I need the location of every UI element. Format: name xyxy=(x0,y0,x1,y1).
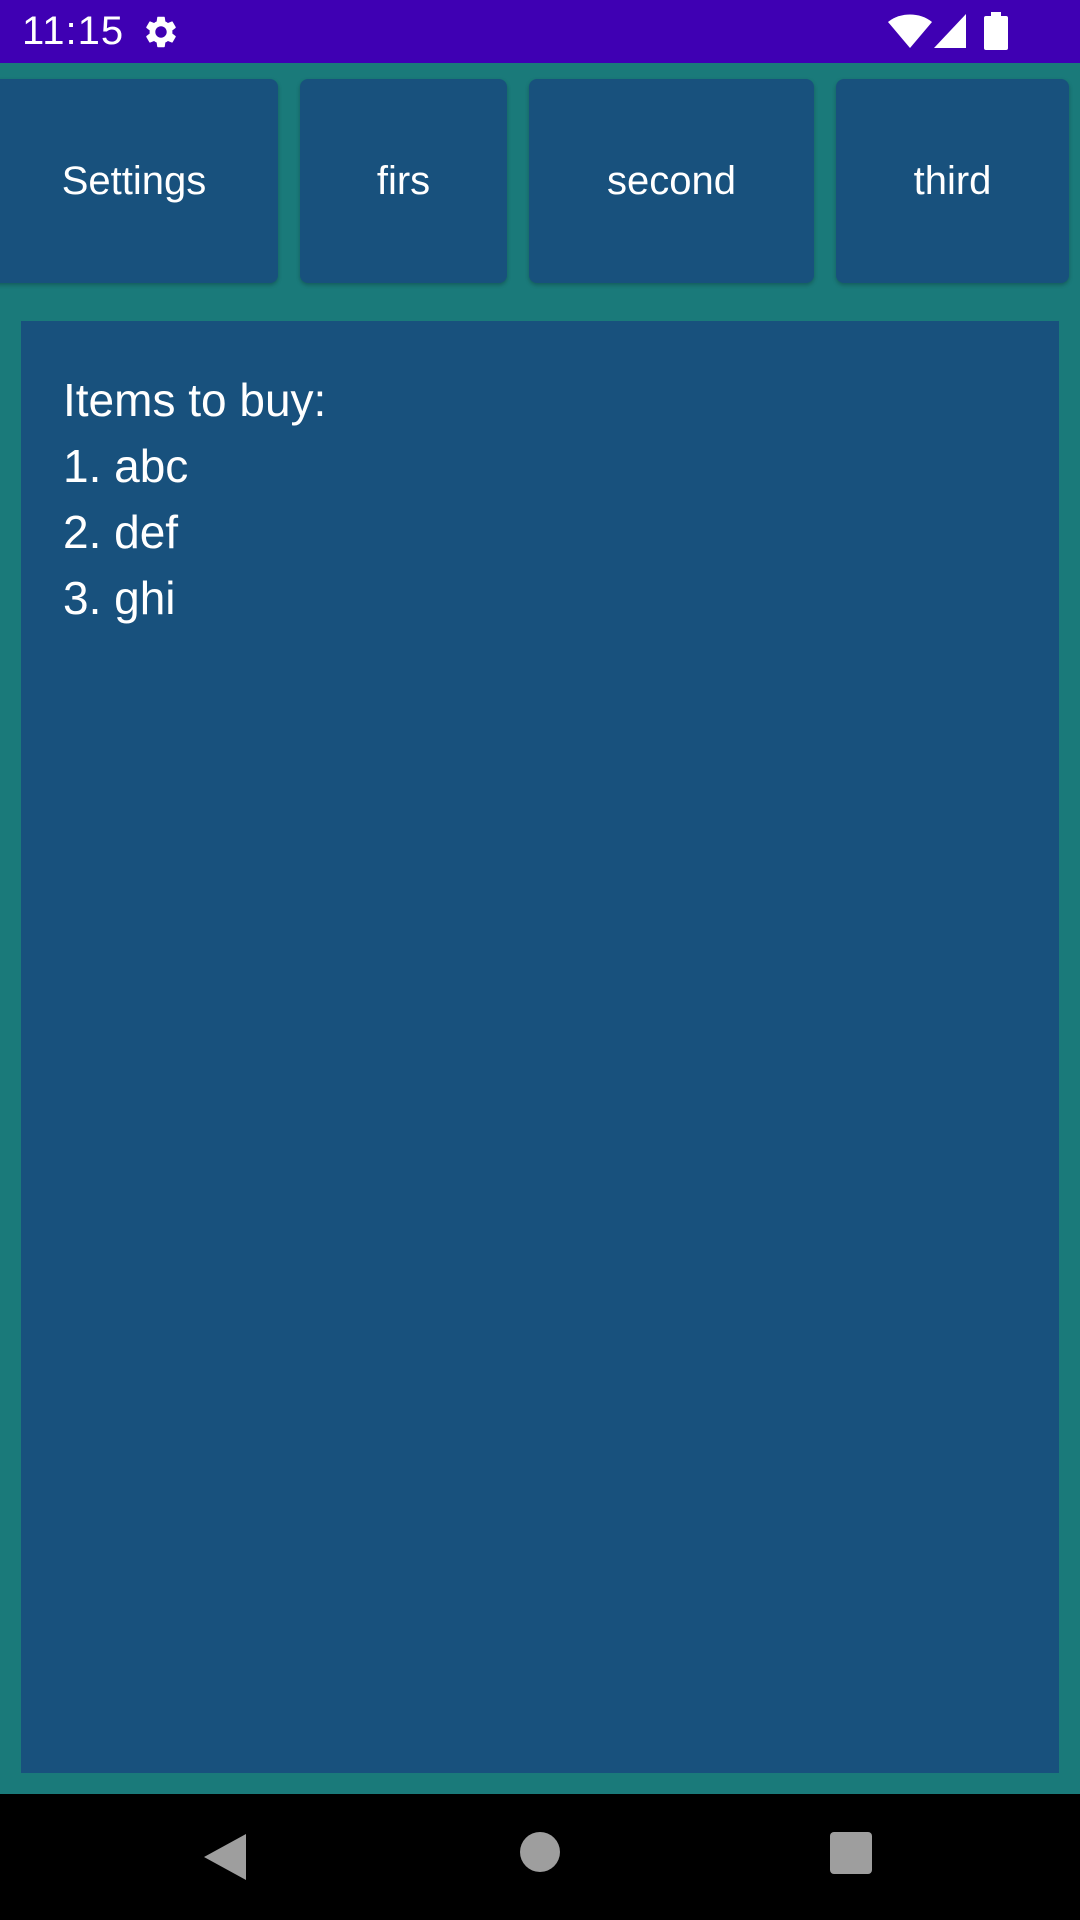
second-button[interactable]: second xyxy=(529,79,814,283)
wifi-icon xyxy=(888,14,932,48)
shopping-list: Items to buy: 1. abc 2. def 3. ghi xyxy=(63,367,326,631)
recents-icon[interactable] xyxy=(830,1832,872,1874)
cell-signal-icon xyxy=(934,14,966,48)
home-icon[interactable] xyxy=(520,1832,560,1872)
third-button[interactable]: third xyxy=(836,79,1069,283)
list-item: 1. abc xyxy=(63,440,189,492)
status-bar: 11:15 xyxy=(0,0,1080,63)
back-icon[interactable] xyxy=(204,1834,246,1880)
settings-button[interactable]: Settings xyxy=(0,79,278,283)
gear-icon xyxy=(146,16,176,48)
list-title: Items to buy: xyxy=(63,374,327,426)
list-item: 3. ghi xyxy=(63,572,176,624)
list-item: 2. def xyxy=(63,506,179,558)
navigation-bar xyxy=(0,1794,1080,1920)
status-time: 11:15 xyxy=(22,9,125,53)
battery-icon xyxy=(984,12,1008,50)
content-panel: Items to buy: 1. abc 2. def 3. ghi xyxy=(21,321,1059,1773)
first-button[interactable]: firs xyxy=(300,79,507,283)
